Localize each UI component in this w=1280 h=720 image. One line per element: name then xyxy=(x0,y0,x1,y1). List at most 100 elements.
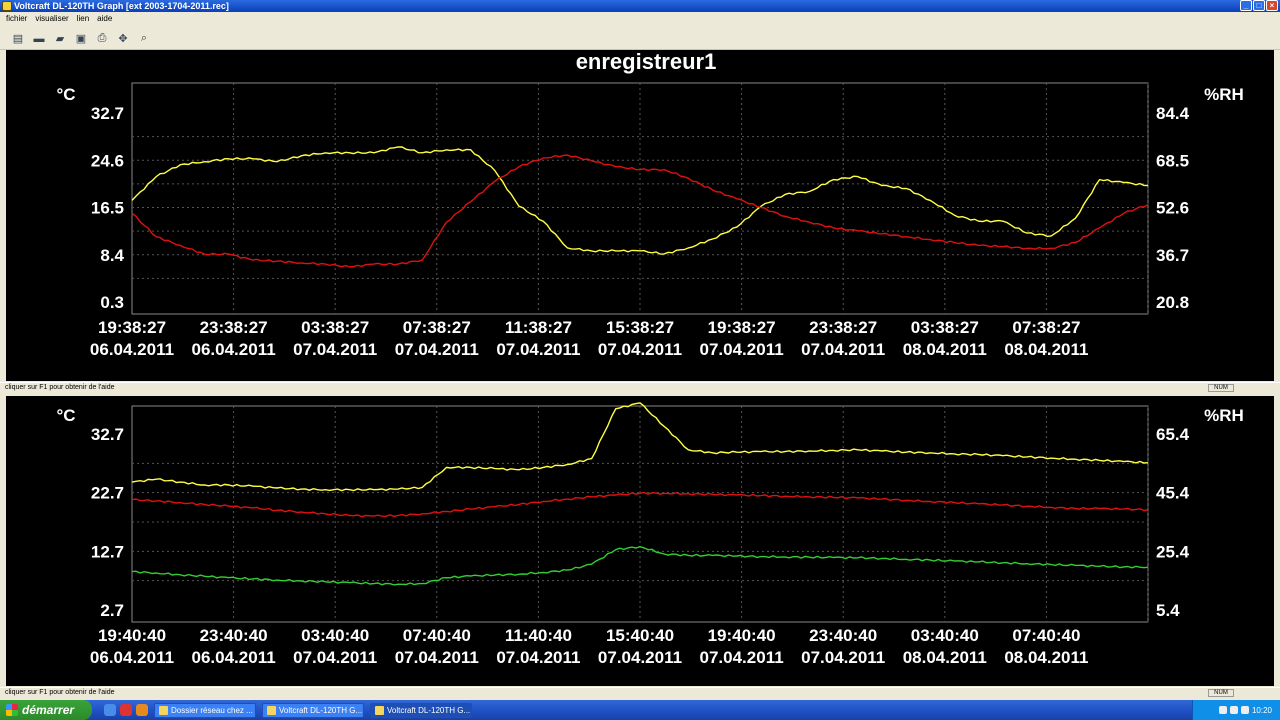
x-tick-date: 07.04.2011 xyxy=(496,340,580,359)
maximize-button[interactable]: □ xyxy=(1253,0,1265,11)
close-button[interactable]: × xyxy=(1266,0,1278,11)
x-tick-time: 15:38:27 xyxy=(606,318,674,337)
x-tick-time: 07:38:27 xyxy=(403,318,471,337)
y-tick-label: 0.3 xyxy=(100,293,124,312)
y2-axis-label: %RH xyxy=(1204,406,1244,425)
taskbar: démarrer Dossier réseau chez ... Voltcra… xyxy=(0,700,1280,720)
menu-fichier[interactable]: fichier xyxy=(6,12,27,26)
x-tick-date: 07.04.2011 xyxy=(598,340,682,359)
minimize-button[interactable]: _ xyxy=(1240,0,1252,11)
x-tick-date: 07.04.2011 xyxy=(598,648,682,667)
status-text: cliquer sur F1 pour obtenir de l'aide xyxy=(5,689,115,696)
x-tick-date: 06.04.2011 xyxy=(90,340,174,359)
chart-svg: °C %RH 32.7 22.7 12.7 2.7 65.4 45.4 25.4 5.4 19:40… xyxy=(56,402,1244,667)
x-tick-time: 03:40:40 xyxy=(911,626,979,645)
y-axis-label: °C xyxy=(56,85,75,104)
x-tick-date: 07.04.2011 xyxy=(395,340,479,359)
security-icon[interactable] xyxy=(1240,706,1249,714)
y2-tick-label: 20.8 xyxy=(1156,293,1189,312)
x-tick-date: 06.04.2011 xyxy=(90,648,174,667)
y2-tick-label: 36.7 xyxy=(1156,246,1189,265)
x-tick-date: 07.04.2011 xyxy=(293,648,377,667)
firefox-icon[interactable] xyxy=(136,704,148,716)
status-text: cliquer sur F1 pour obtenir de l'aide xyxy=(5,384,115,391)
zoom-icon[interactable]: ⌕ xyxy=(136,31,152,46)
network-icon[interactable] xyxy=(1218,706,1227,714)
x-tick-time: 15:40:40 xyxy=(606,626,674,645)
clock: 10:20 xyxy=(1251,705,1272,715)
voltcraft-icon xyxy=(267,705,276,715)
status-bar-2: cliquer sur F1 pour obtenir de l'aide NU… xyxy=(0,687,1280,698)
x-tick-time: 07:38:27 xyxy=(1012,318,1080,337)
save-icon[interactable]: ▣ xyxy=(73,31,89,46)
x-tick-time: 03:38:27 xyxy=(911,318,979,337)
task-voltcraft-2[interactable]: Voltcraft DL-120TH G... xyxy=(370,702,472,718)
x-tick-time: 11:40:40 xyxy=(505,626,572,645)
x-tick-time: 19:40:40 xyxy=(708,626,776,645)
print-icon[interactable]: ⎙ xyxy=(94,31,110,46)
x-tick-date: 07.04.2011 xyxy=(700,340,784,359)
x-tick-date: 07.04.2011 xyxy=(293,340,377,359)
chart-title: enregistreur1 xyxy=(576,50,717,74)
y2-tick-label: 84.4 xyxy=(1156,104,1190,123)
x-tick-time: 03:38:27 xyxy=(301,318,369,337)
x-tick-date: 08.04.2011 xyxy=(1004,648,1088,667)
x-tick-date: 07.04.2011 xyxy=(395,648,479,667)
x-tick-date: 08.04.2011 xyxy=(1004,340,1088,359)
menu-bar: fichier visualiser lien aide xyxy=(0,12,1280,26)
y-tick-label: 24.6 xyxy=(91,151,124,170)
folder-icon xyxy=(159,705,168,715)
num-indicator: NUM xyxy=(1208,689,1234,697)
media-icon[interactable] xyxy=(120,704,132,716)
voltcraft-icon xyxy=(375,705,384,715)
x-tick-time: 07:40:40 xyxy=(1012,626,1080,645)
menu-lien[interactable]: lien xyxy=(77,12,89,26)
desktop-icon[interactable] xyxy=(104,704,116,716)
start-button[interactable]: démarrer xyxy=(0,700,92,720)
y2-tick-label: 52.6 xyxy=(1156,199,1189,218)
folder-open-icon[interactable]: ▰ xyxy=(52,31,68,46)
x-tick-date: 07.04.2011 xyxy=(801,648,885,667)
x-tick-time: 07:40:40 xyxy=(403,626,471,645)
x-tick-date: 07.04.2011 xyxy=(496,648,580,667)
menu-aide[interactable]: aide xyxy=(97,12,112,26)
x-tick-time: 11:38:27 xyxy=(505,318,572,337)
graph-window-1: enregistreur1 °C %RH 32.7 24.6 16.5 8.4 0.3 84.4… xyxy=(6,50,1274,381)
x-tick-time: 23:38:27 xyxy=(200,318,268,337)
fit-icon[interactable]: ✥ xyxy=(115,31,131,46)
x-tick-time: 23:40:40 xyxy=(200,626,268,645)
title-bar: Voltcraft DL-120TH Graph [ext 2003-1704-… xyxy=(0,0,1280,12)
status-bar-1: cliquer sur F1 pour obtenir de l'aide NU… xyxy=(0,382,1280,393)
y2-tick-label: 45.4 xyxy=(1156,484,1190,503)
x-tick-date: 06.04.2011 xyxy=(192,340,276,359)
x-tick-date: 06.04.2011 xyxy=(192,648,276,667)
x-tick-date: 07.04.2011 xyxy=(801,340,885,359)
app-icon xyxy=(2,1,12,11)
y-tick-label: 2.7 xyxy=(100,601,124,620)
plot-area xyxy=(131,405,1149,623)
monitor-icon[interactable]: ▬ xyxy=(31,31,47,46)
menu-visualiser[interactable]: visualiser xyxy=(35,12,68,26)
task-voltcraft-1[interactable]: Voltcraft DL-120TH G... xyxy=(262,702,364,718)
new-icon[interactable]: ▤ xyxy=(10,31,26,46)
y-tick-label: 16.5 xyxy=(91,199,124,218)
windows-flag-icon xyxy=(6,704,18,716)
x-tick-date: 07.04.2011 xyxy=(700,648,784,667)
x-tick-time: 19:38:27 xyxy=(98,318,166,337)
system-tray: 10:20 xyxy=(1192,700,1280,720)
y2-tick-label: 5.4 xyxy=(1156,601,1180,620)
y2-tick-label: 25.4 xyxy=(1156,542,1190,561)
task-dossier-reseau[interactable]: Dossier réseau chez ... xyxy=(154,702,256,718)
volume-icon[interactable] xyxy=(1229,706,1238,714)
y-axis-label: °C xyxy=(56,406,75,425)
chart-svg: enregistreur1 °C %RH 32.7 24.6 16.5 8.4 0.3 84.4… xyxy=(56,50,1244,359)
num-indicator: NUM xyxy=(1208,384,1234,392)
y-tick-label: 12.7 xyxy=(91,542,124,561)
x-tick-time: 23:40:40 xyxy=(809,626,877,645)
graph-window-2: °C %RH 32.7 22.7 12.7 2.7 65.4 45.4 25.4 5.4 19:40… xyxy=(6,396,1274,686)
toolbar: ▤ ▬ ▰ ▣ ⎙ ✥ ⌕ xyxy=(0,26,1280,50)
y-tick-label: 32.7 xyxy=(91,104,124,123)
quick-launch xyxy=(104,704,148,716)
y2-axis-label: %RH xyxy=(1204,85,1244,104)
y-tick-label: 22.7 xyxy=(91,484,124,503)
